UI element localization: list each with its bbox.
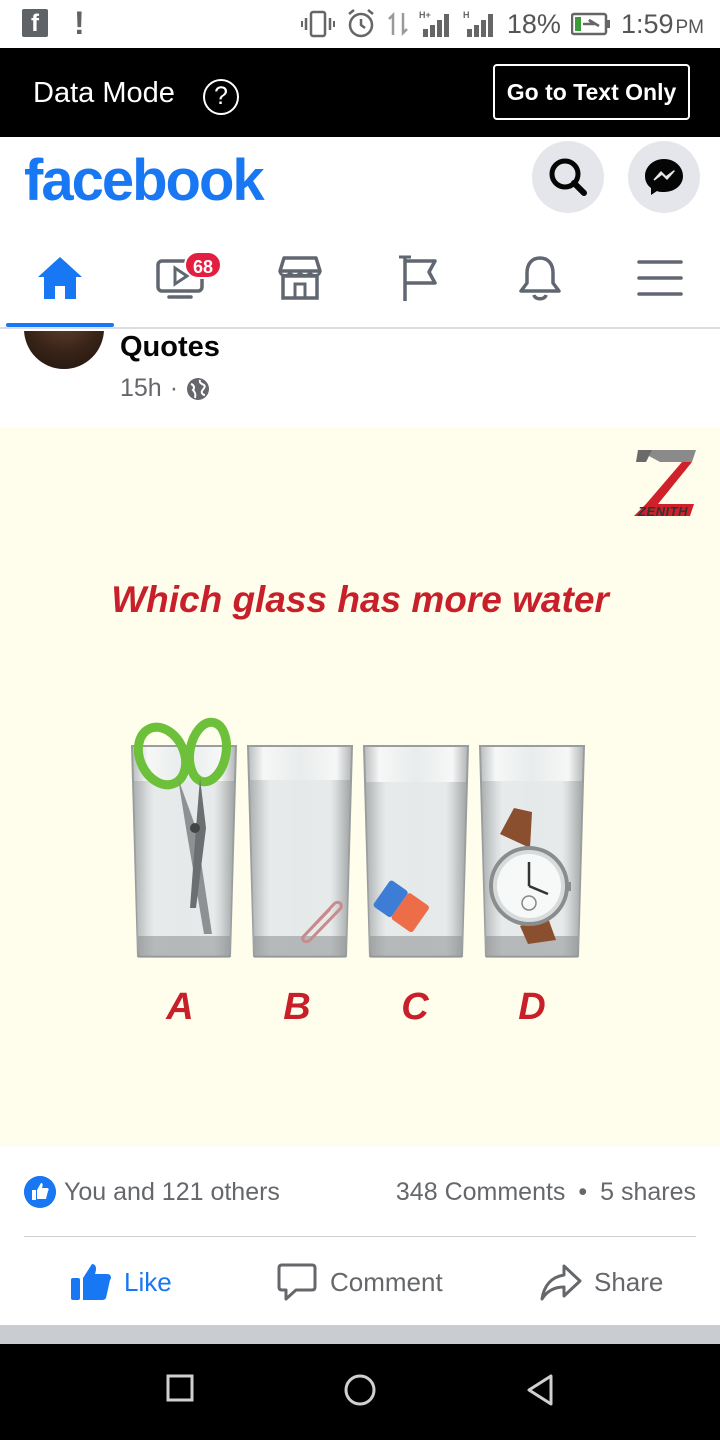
tab-home[interactable] xyxy=(0,229,120,327)
glass-label-d: D xyxy=(518,986,546,1028)
avatar[interactable] xyxy=(24,331,104,369)
tab-marketplace[interactable] xyxy=(240,229,360,327)
recents-square-icon[interactable] xyxy=(166,1374,194,1402)
reactions-count[interactable]: You and 121 others xyxy=(64,1178,280,1207)
share-arrow-icon xyxy=(540,1264,582,1301)
zenith-brand-text: ZENITH xyxy=(638,504,688,519)
like-label: Like xyxy=(124,1266,172,1297)
meta-separator: · xyxy=(169,374,179,402)
active-tab-indicator xyxy=(6,323,114,327)
dot-separator: • xyxy=(578,1178,588,1206)
svg-text:H+: H+ xyxy=(419,10,431,20)
feed-separator xyxy=(0,1325,720,1344)
glass-label-c: C xyxy=(401,986,429,1028)
post-image[interactable]: ZENITH Which glass has more water A B C … xyxy=(0,428,720,1146)
search-icon xyxy=(549,158,587,196)
like-thumb-icon xyxy=(71,1264,111,1300)
reactions-summary: You and 121 others 348 Comments • 5 shar… xyxy=(0,1146,720,1236)
main-navigation: 68 xyxy=(0,229,720,329)
status-bar: f ! H+ H 18% 1:59 PM xyxy=(0,0,720,48)
pages-flag-icon xyxy=(399,255,437,301)
go-to-text-only-button[interactable]: Go to Text Only xyxy=(493,64,690,120)
menu-hamburger-icon xyxy=(637,260,683,296)
glass-b xyxy=(246,745,354,958)
battery-percent: 18% xyxy=(506,8,561,39)
data-mode-bar: Data Mode ? Go to Text Only xyxy=(0,48,720,137)
post-meta: 15h · xyxy=(120,374,210,403)
android-navigation-bar xyxy=(0,1344,720,1440)
notifications-bell-icon xyxy=(519,256,561,301)
watch-notification-badge: 68 xyxy=(184,251,222,279)
facebook-notification-icon: f xyxy=(22,9,48,37)
glasses-illustration xyxy=(130,717,586,958)
back-triangle-icon[interactable] xyxy=(526,1374,554,1406)
home-icon xyxy=(38,257,82,299)
glass-d xyxy=(478,745,586,958)
battery-charging-icon xyxy=(570,12,610,36)
post-header: Quotes 15h · xyxy=(0,331,720,428)
tab-menu[interactable] xyxy=(600,229,720,327)
tab-pages[interactable] xyxy=(360,229,480,327)
glass-label-a: A xyxy=(166,986,194,1028)
comments-shares: 348 Comments • 5 shares xyxy=(396,1178,696,1207)
data-transfer-icon xyxy=(388,11,408,37)
like-button[interactable]: Like xyxy=(70,1259,172,1305)
signal-h-plus-icon: H+ xyxy=(419,10,449,37)
alarm-icon xyxy=(348,9,374,38)
marketplace-icon xyxy=(278,256,322,300)
svg-text:H: H xyxy=(463,10,470,20)
tab-watch[interactable]: 68 xyxy=(120,229,240,327)
share-label: Share xyxy=(594,1266,664,1297)
facebook-logo[interactable]: facebook xyxy=(24,147,265,214)
vibrate-icon xyxy=(300,10,335,38)
messenger-icon xyxy=(645,159,683,195)
share-button[interactable]: Share xyxy=(540,1259,663,1305)
signal-h-icon: H xyxy=(463,10,493,37)
glass-label-b: B xyxy=(283,986,311,1028)
home-circle-icon[interactable] xyxy=(344,1374,376,1406)
glass-c xyxy=(362,745,470,958)
search-button[interactable] xyxy=(532,141,604,213)
messenger-button[interactable] xyxy=(628,141,700,213)
comment-bubble-icon xyxy=(277,1263,317,1301)
post-timestamp[interactable]: 15h xyxy=(120,374,162,403)
clock: 1:59 PM xyxy=(620,8,704,39)
tab-notifications[interactable] xyxy=(480,229,600,327)
comment-label: Comment xyxy=(330,1266,443,1297)
help-icon[interactable]: ? xyxy=(203,79,239,115)
post-author-name[interactable]: Quotes xyxy=(120,331,220,364)
alert-notification-icon: ! xyxy=(74,5,85,41)
shares-count[interactable]: 5 shares xyxy=(600,1178,696,1206)
app-header: facebook xyxy=(0,137,720,229)
post-actions: Like Comment Share xyxy=(0,1237,720,1325)
glass-a xyxy=(130,717,238,958)
comments-count[interactable]: 348 Comments xyxy=(396,1178,566,1206)
globe-icon xyxy=(187,377,210,400)
like-reaction-icon xyxy=(24,1176,56,1208)
comment-button[interactable]: Comment xyxy=(276,1259,443,1305)
quiz-question: Which glass has more water xyxy=(111,579,609,620)
data-mode-title: Data Mode xyxy=(33,77,175,109)
